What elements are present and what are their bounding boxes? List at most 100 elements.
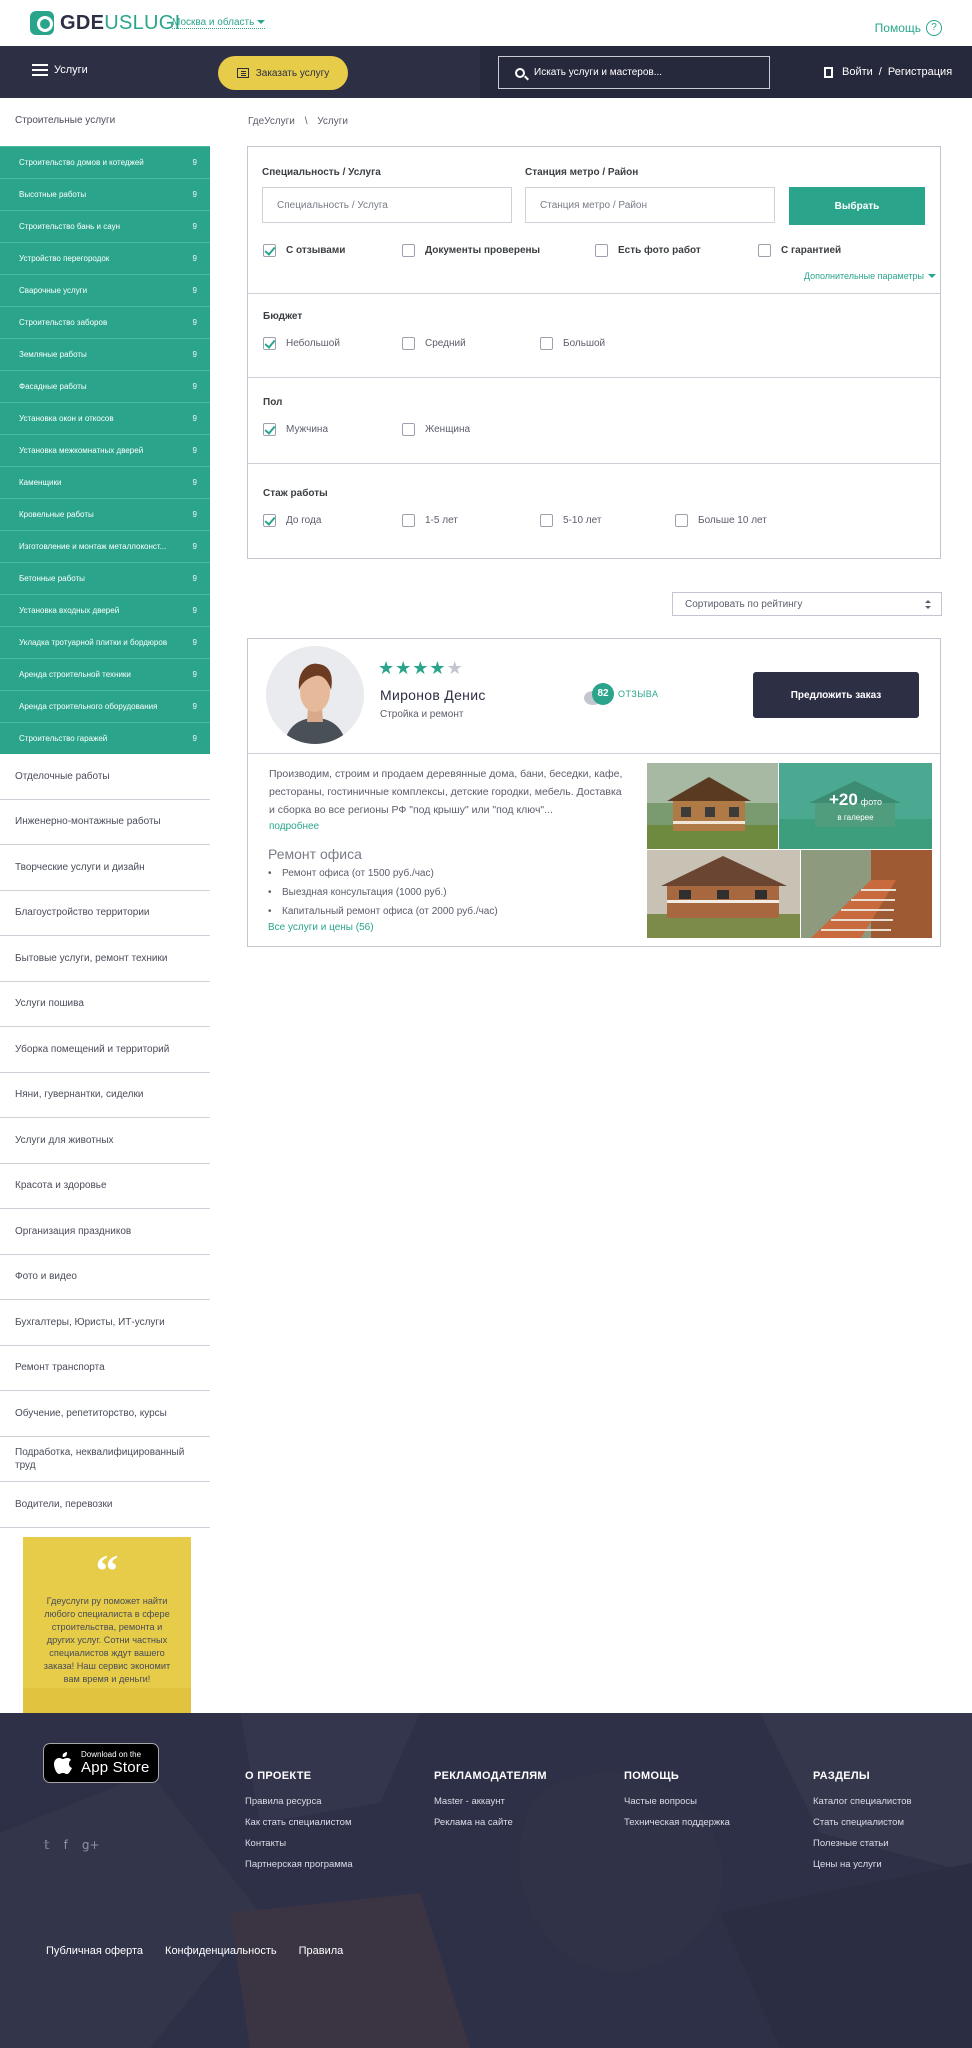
sidebar-subcategory-item[interactable]: Строительство гаражей 9 xyxy=(0,722,210,754)
sidebar-category-item[interactable]: Инженерно-монтажные работы xyxy=(0,800,210,845)
filter-checkbox[interactable]: Средний xyxy=(402,337,466,350)
sidebar-subcategory-item[interactable]: Аренда строительной техники 9 xyxy=(0,658,210,690)
footer-link[interactable]: Частые вопросы xyxy=(624,1796,730,1817)
work-photo[interactable] xyxy=(647,850,800,938)
footer-link[interactable]: Каталог специалистов xyxy=(813,1796,912,1817)
twitter-icon[interactable]: 𝕥 xyxy=(44,1838,50,1852)
filter-checkbox[interactable]: 1-5 лет xyxy=(402,514,458,527)
sort-select[interactable]: Сортировать по рейтингу xyxy=(672,592,942,616)
sidebar-category-item[interactable]: Бытовые услуги, ремонт техники xyxy=(0,936,210,982)
work-photo[interactable] xyxy=(647,763,778,849)
app-store-badge[interactable]: Download on the App Store xyxy=(43,1743,159,1783)
filter-checkbox[interactable]: Больше 10 лет xyxy=(675,514,767,527)
footer-link[interactable]: Реклама на сайте xyxy=(434,1817,547,1838)
sidebar-subcategory-item[interactable]: Укладка тротуарной плитки и бордюров 9 xyxy=(0,626,210,658)
sidebar-subcategory-item[interactable]: Каменщики 9 xyxy=(0,466,210,498)
filter-checkbox[interactable]: Небольшой xyxy=(263,337,340,350)
sidebar-subcategory-item[interactable]: Фасадные работы 9 xyxy=(0,370,210,402)
filter-checkbox[interactable]: Женщина xyxy=(402,423,470,436)
sidebar-subcategory-item[interactable]: Устройство перегородок 9 xyxy=(0,242,210,274)
search-box[interactable] xyxy=(498,56,770,89)
footer-link[interactable]: Стать специалистом xyxy=(813,1817,912,1838)
breadcrumb-home[interactable]: ГдеУслуги xyxy=(248,116,295,127)
sidebar-category-item[interactable]: Фото и видео xyxy=(0,1255,210,1300)
footer-link[interactable]: Правила ресурса xyxy=(245,1796,353,1817)
sidebar-category-item[interactable]: Няни, гувернантки, сиделки xyxy=(0,1073,210,1118)
sidebar-category-item[interactable]: Творческие услуги и дизайн xyxy=(0,845,210,891)
help-link[interactable]: Помощь ? xyxy=(875,20,942,36)
sidebar-subcategory-item[interactable]: Установка межкомнатных дверей 9 xyxy=(0,434,210,466)
sidebar-category-item[interactable]: Уборка помещений и территорий xyxy=(0,1027,210,1073)
footer-bottom-link[interactable]: Публичная оферта xyxy=(46,1945,143,1957)
footer-link[interactable]: Полезные статьи xyxy=(813,1838,912,1859)
description-more-link[interactable]: подробнее xyxy=(269,821,319,832)
footer-bottom-link[interactable]: Правила xyxy=(299,1945,344,1957)
sidebar-subcategory-label: Строительство заборов xyxy=(19,318,108,327)
sidebar-category-item[interactable]: Услуги для животных xyxy=(0,1118,210,1164)
search-input[interactable] xyxy=(534,67,754,78)
sidebar-subcategory-item[interactable]: Установка входных дверей 9 xyxy=(0,594,210,626)
footer-link[interactable]: Контакты xyxy=(245,1838,353,1859)
sidebar-subcategory-item[interactable]: Строительство домов и котеджей 9 xyxy=(0,146,210,178)
reviews-link[interactable]: 82 ОТЗЫВА xyxy=(584,683,659,705)
specialty-input[interactable]: Специальность / Услуга xyxy=(262,187,512,223)
sidebar-subcategory-item[interactable]: Строительство заборов 9 xyxy=(0,306,210,338)
filter-checkbox[interactable]: Есть фото работ xyxy=(595,244,701,257)
all-services-link[interactable]: Все услуги и цены (56) xyxy=(268,922,374,933)
filter-checkbox[interactable]: 5-10 лет xyxy=(540,514,601,527)
sidebar-subcategory-item[interactable]: Строительство бань и саун 9 xyxy=(0,210,210,242)
sidebar-category-item[interactable]: Ремонт транспорта xyxy=(0,1346,210,1391)
logo[interactable]: GDE USLUGI xyxy=(30,11,181,35)
filter-checkbox[interactable]: До года xyxy=(263,514,321,527)
sidebar-subcategory-item[interactable]: Установка окон и откосов 9 xyxy=(0,402,210,434)
footer-link[interactable]: Партнерская программа xyxy=(245,1859,353,1880)
filter-checkbox[interactable]: Мужчина xyxy=(263,423,328,436)
gallery-more-tile[interactable]: +20 фото в галерее xyxy=(779,763,932,849)
register-link[interactable]: Регистрация xyxy=(888,66,952,78)
filter-checkbox[interactable]: Большой xyxy=(540,337,605,350)
work-photo[interactable] xyxy=(801,850,932,938)
sidebar-subcategory-item[interactable]: Аренда строительного оборудования 9 xyxy=(0,690,210,722)
order-service-button[interactable]: Заказать услугу xyxy=(218,56,348,90)
sidebar-subcategory-item[interactable]: Земляные работы 9 xyxy=(0,338,210,370)
sidebar-subcategory-label: Аренда строительной техники xyxy=(19,670,131,679)
sidebar-subcategory-item[interactable]: Сварочные услуги 9 xyxy=(0,274,210,306)
footer-link[interactable]: Техническая поддержка xyxy=(624,1817,730,1838)
login-link[interactable]: Войти xyxy=(842,66,873,78)
facebook-icon[interactable]: f xyxy=(64,1838,68,1852)
apply-filter-button[interactable]: Выбрать xyxy=(789,187,925,225)
services-menu-button[interactable]: Услуги xyxy=(32,64,88,76)
google-plus-icon[interactable]: g+ xyxy=(82,1838,100,1852)
sidebar-category-item[interactable]: Обучение, репетиторство, курсы xyxy=(0,1391,210,1437)
sidebar-category-item[interactable]: Подработка, неквалифицированный труд xyxy=(0,1437,210,1482)
sidebar-category-item[interactable]: Организация праздников xyxy=(0,1209,210,1255)
sidebar-category-item[interactable]: Бухгалтеры, Юристы, ИТ-услуги xyxy=(0,1300,210,1346)
sidebar-subcategory-count: 9 xyxy=(192,670,197,679)
sidebar-subcategory-item[interactable]: Кровельные работы 9 xyxy=(0,498,210,530)
footer-link[interactable]: Как стать специалистом xyxy=(245,1817,353,1838)
footer-bottom-link[interactable]: Конфиденциальность xyxy=(165,1945,277,1957)
sidebar-category-item[interactable]: Водители, перевозки xyxy=(0,1482,210,1528)
top-bar: GDE USLUGI Москва и область Помощь ? xyxy=(0,0,972,46)
specialist-name[interactable]: Миронов Денис xyxy=(380,687,486,703)
filter-checkbox[interactable]: С отзывами xyxy=(263,244,345,257)
metro-input[interactable]: Станция метро / Район xyxy=(525,187,775,223)
sidebar-category-item[interactable]: Услуги пошива xyxy=(0,982,210,1027)
sidebar-category-item[interactable]: Красота и здоровье xyxy=(0,1164,210,1209)
avatar[interactable] xyxy=(266,646,364,744)
sidebar-subcategory-item[interactable]: Бетонные работы 9 xyxy=(0,562,210,594)
footer-column: РАЗДЕЛЫ Каталог специалистов Стать специал… xyxy=(813,1770,912,1880)
sidebar-subcategory-item[interactable]: Высотные работы 9 xyxy=(0,178,210,210)
offer-order-button[interactable]: Предложить заказ xyxy=(753,672,919,718)
filter-checkbox[interactable]: Документы проверены xyxy=(402,244,540,257)
checkbox-empty-icon xyxy=(402,514,415,527)
filter-checkbox[interactable]: С гарантией xyxy=(758,244,841,257)
sidebar-category-item[interactable]: Благоустройство территории xyxy=(0,891,210,936)
sidebar-active-category[interactable]: Строительные услуги xyxy=(0,98,210,146)
more-params-link[interactable]: Дополнительные параметры xyxy=(804,271,936,281)
region-selector[interactable]: Москва и область xyxy=(172,17,266,29)
sidebar-subcategory-item[interactable]: Изготовление и монтаж металлоконст... 9 xyxy=(0,530,210,562)
footer-link[interactable]: Цены на услуги xyxy=(813,1859,912,1880)
sidebar-category-item[interactable]: Отделочные работы xyxy=(0,754,210,800)
footer-link[interactable]: Master - аккаунт xyxy=(434,1796,547,1817)
